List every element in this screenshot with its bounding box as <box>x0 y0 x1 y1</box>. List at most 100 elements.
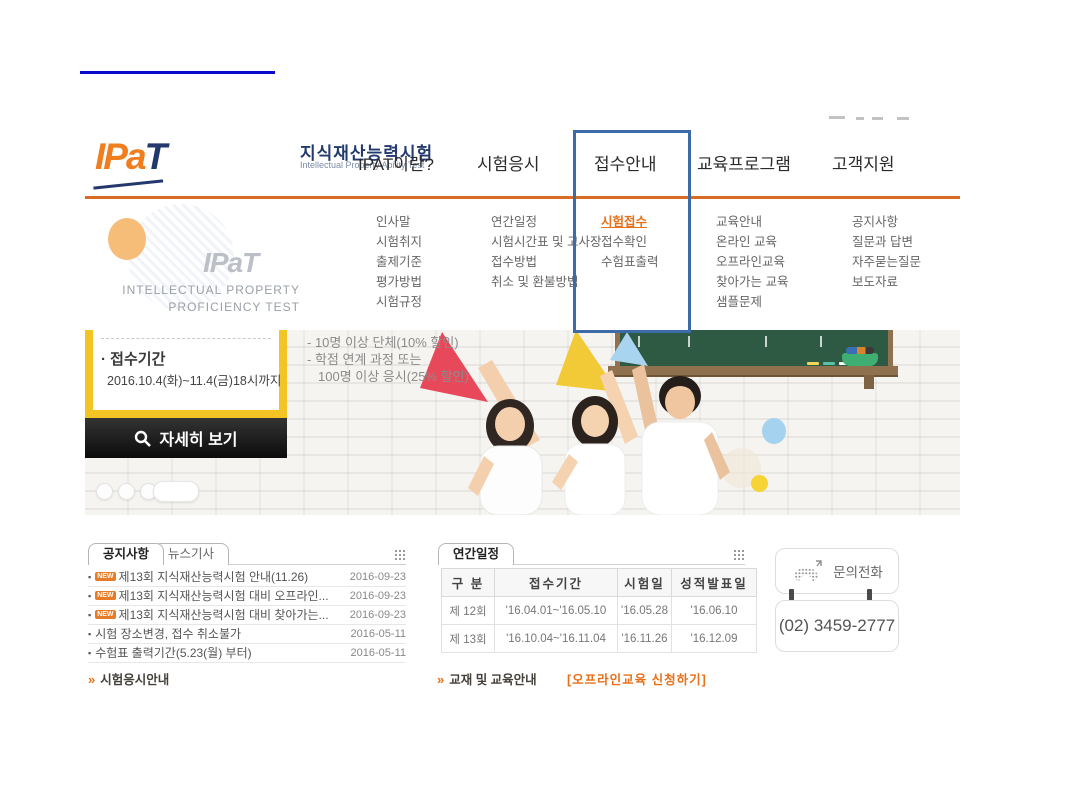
annotation-highlight-box <box>573 130 691 333</box>
notice-item[interactable]: ▪ 시험 장소변경, 접수 취소불가 2016-05-11 <box>88 624 406 644</box>
promo-line: - 학점 연계 과정 또는 <box>307 351 469 368</box>
notice-date: 2016-09-23 <box>350 590 406 602</box>
cell-result-date: '16.06.10 <box>672 597 757 625</box>
detail-button[interactable]: 자세히 보기 <box>85 418 287 458</box>
menu-link[interactable]: 시험규정 <box>376 292 422 312</box>
logo-text-orange: IPa <box>95 136 145 177</box>
notice-title: 제13회 지식재산능력시험 대비 오프라인... <box>119 587 344 604</box>
menu-link[interactable]: 질문과 답변 <box>852 232 921 252</box>
col-header: 구 분 <box>442 569 495 597</box>
tab-schedule[interactable]: 연간일정 <box>438 543 514 565</box>
bullet-icon: ▪ <box>88 648 91 658</box>
promo-line: 100명 이상 응시(25% 할인) <box>307 368 469 385</box>
apply-period-value: 2016.10.4(화)~11.4(금)18시까지 <box>107 370 281 389</box>
quicklink-exam-guide[interactable]: »시험응시안내 <box>88 669 169 688</box>
menu-link[interactable]: 찾아가는 교육 <box>716 272 788 292</box>
phone-icon <box>791 558 825 584</box>
menu-link[interactable]: 공지사항 <box>852 212 921 232</box>
watermark-logo: IPaT <box>203 247 258 279</box>
cell-result-date: '16.12.09 <box>672 625 757 653</box>
menu-link[interactable]: 온라인 교육 <box>716 232 788 252</box>
quicklink-label: [오프라인교육 신청하기] <box>567 673 707 687</box>
new-badge: NEW <box>95 572 115 581</box>
main-banner[interactable]: (5,000) <box>85 330 960 515</box>
notice-item[interactable]: ▪ NEW 제13회 지식재산능력시험 안내(11.26) 2016-09-23 <box>88 567 406 587</box>
menu-link[interactable]: 평가방법 <box>376 272 422 292</box>
tab-news[interactable]: 뉴스기사 <box>153 543 229 565</box>
menu-link[interactable]: 샘플문제 <box>716 292 788 312</box>
col-header: 접수기간 <box>495 569 618 597</box>
annotation-blue-line <box>80 71 275 74</box>
bullet-icon: ▪ <box>88 591 91 601</box>
chalkboard-leg <box>864 375 874 389</box>
page: IPaT 지식재산능력시험 Intellectual Property Abil… <box>0 0 1080 810</box>
ipat-logo[interactable]: IPaT <box>95 136 165 178</box>
notice-more-icon[interactable] <box>395 550 406 561</box>
menu-link[interactable]: 시험취지 <box>376 232 422 252</box>
cropped-utility-text <box>872 117 883 120</box>
quicklink-offline-apply[interactable]: [오프라인교육 신청하기] <box>567 669 707 688</box>
chevron-icon: » <box>437 672 444 687</box>
schedule-row: 제 13회 '16.10.04~'16.11.04 '16.11.26 '16.… <box>442 625 757 653</box>
schedule-row: 제 12회 '16.04.01~'16.05.10 '16.05.28 '16.… <box>442 597 757 625</box>
chalk-mark <box>820 336 822 347</box>
cell-session: 제 13회 <box>442 625 495 653</box>
contact-label-box: 문의전화 <box>775 548 899 594</box>
cell-session: 제 12회 <box>442 597 495 625</box>
cell-exam-date: '16.11.26 <box>618 625 672 653</box>
notice-title: 제13회 지식재산능력시험 안내(11.26) <box>119 568 344 585</box>
schedule-header-row: 구 분 접수기간 시험일 성적발표일 <box>442 569 757 597</box>
mega-menu-col-support: 공지사항 질문과 답변 자주묻는질문 보도자료 <box>852 212 921 292</box>
menu-link[interactable]: 오프라인교육 <box>716 252 788 272</box>
quicklink-label: 교재 및 교육안내 <box>449 673 536 687</box>
nav-item-about[interactable]: IPAT이란? <box>358 150 434 175</box>
apply-period-box: · 접수기간 2016.10.4(화)~11.4(금)18시까지 <box>85 330 287 418</box>
watermark-orange-circle <box>108 218 146 260</box>
watermark-text-line1: INTELLECTUAL PROPERTY <box>110 283 300 297</box>
logo-text-navy: T <box>145 136 166 177</box>
cropped-utility-text <box>897 117 909 120</box>
nav-item-support[interactable]: 고객지원 <box>832 150 895 175</box>
carousel-dot-active[interactable] <box>153 481 199 502</box>
nav-item-exam[interactable]: 시험응시 <box>477 150 540 175</box>
apply-period-label: · 접수기간 <box>101 348 165 369</box>
notice-title: 수험표 출력기간(5.23(월) 부터) <box>95 644 344 661</box>
col-header: 성적발표일 <box>672 569 757 597</box>
nav-item-education[interactable]: 교육프로그램 <box>697 150 791 175</box>
promo-line: - 10명 이상 단체(10% 할인) <box>307 334 469 351</box>
schedule-more-icon[interactable] <box>734 550 745 561</box>
cropped-utility-text <box>829 116 845 119</box>
notice-item[interactable]: ▪ NEW 제13회 지식재산능력시험 대비 오프라인... 2016-09-2… <box>88 586 406 606</box>
cropped-utility-text <box>856 117 864 120</box>
notice-date: 2016-05-11 <box>351 628 406 640</box>
notice-title: 시험 장소변경, 접수 취소불가 <box>95 625 344 642</box>
menu-link[interactable]: 교육안내 <box>716 212 788 232</box>
menu-link[interactable]: 자주묻는질문 <box>852 252 921 272</box>
notice-date: 2016-09-23 <box>350 609 406 621</box>
schedule-table: 구 분 접수기간 시험일 성적발표일 제 12회 '16.04.01~'16.0… <box>441 568 757 653</box>
watermark-text-line2: PROFICIENCY TEST <box>110 300 300 314</box>
cell-period: '16.10.04~'16.11.04 <box>495 625 618 653</box>
apply-period-inner: · 접수기간 2016.10.4(화)~11.4(금)18시까지 <box>93 330 279 410</box>
search-icon <box>134 430 151 447</box>
menu-link[interactable]: 보도자료 <box>852 272 921 292</box>
cell-exam-date: '16.05.28 <box>618 597 672 625</box>
quicklink-education-guide[interactable]: » 교재 및 교육안내 <box>437 669 537 688</box>
contact-label: 문의전화 <box>833 561 883 581</box>
eraser <box>842 353 878 366</box>
carousel-dot[interactable] <box>96 483 113 500</box>
notice-item[interactable]: ▪ 수험표 출력기간(5.23(월) 부터) 2016-05-11 <box>88 643 406 663</box>
notice-item[interactable]: ▪ NEW 제13회 지식재산능력시험 대비 찾아가는... 2016-09-2… <box>88 605 406 625</box>
dotted-separator <box>101 338 271 339</box>
menu-link[interactable]: 인사말 <box>376 212 422 232</box>
notice-date: 2016-05-11 <box>351 647 406 659</box>
menu-link[interactable]: 출제기준 <box>376 252 422 272</box>
contact-phone-number: (02) 3459-2777 <box>779 616 895 636</box>
bullet-icon: ▪ <box>88 629 91 639</box>
tab-notice[interactable]: 공지사항 <box>88 543 164 565</box>
carousel-dot[interactable] <box>118 483 135 500</box>
mega-menu-col-education: 교육안내 온라인 교육 오프라인교육 찾아가는 교육 샘플문제 <box>716 212 788 312</box>
new-badge: NEW <box>95 591 115 600</box>
bullet-icon: ▪ <box>88 572 91 582</box>
notice-date: 2016-09-23 <box>350 571 406 583</box>
